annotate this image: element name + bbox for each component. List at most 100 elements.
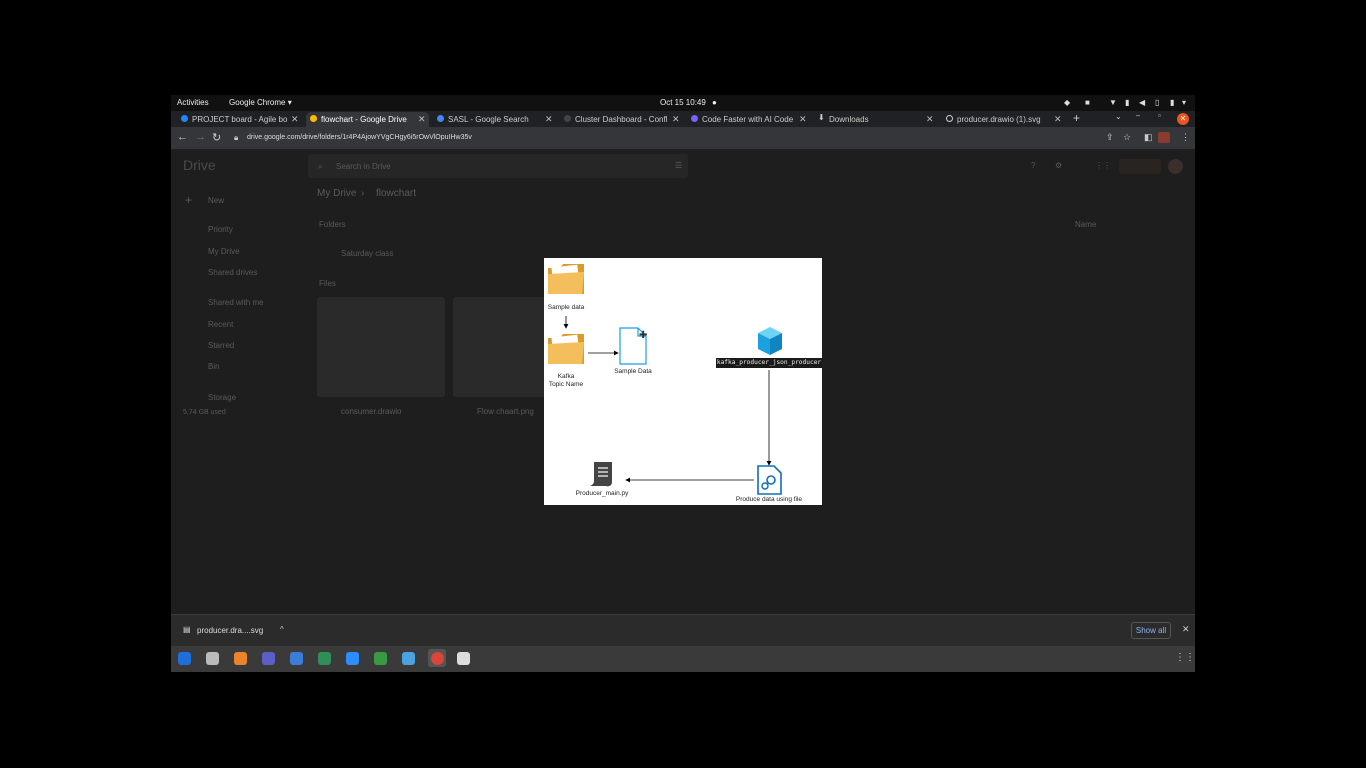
- drive-logo[interactable]: Drive: [183, 157, 216, 173]
- nav-bin[interactable]: Bin: [208, 362, 220, 371]
- tab-sasl-search[interactable]: SASL - Google Search ✕: [437, 112, 557, 127]
- google-icon: [437, 115, 444, 122]
- system-menu-icon[interactable]: ▾: [1182, 98, 1190, 107]
- teams-icon[interactable]: [262, 652, 275, 665]
- show-apps-grid-icon[interactable]: ⋮⋮⋮: [1175, 652, 1195, 663]
- close-icon[interactable]: ✕: [291, 114, 299, 125]
- tab-flowchart-drive[interactable]: flowchart - Google Drive ✕: [306, 112, 429, 127]
- new-tab-icon[interactable]: +: [1073, 111, 1080, 126]
- close-icon[interactable]: ✕: [418, 114, 426, 125]
- close-icon[interactable]: ✕: [926, 114, 934, 125]
- software-icon[interactable]: [234, 652, 247, 665]
- new-plus-icon: +: [185, 193, 193, 207]
- tab-label: flowchart - Google Drive: [321, 115, 407, 124]
- close-icon[interactable]: ✕: [799, 114, 807, 125]
- tab-producer-svg[interactable]: producer.drawio (1).svg ✕: [946, 112, 1064, 127]
- settings-icon[interactable]: ⚙: [1055, 161, 1062, 170]
- star-icon[interactable]: ☆: [1123, 132, 1131, 143]
- vscode-icon[interactable]: [178, 652, 191, 665]
- close-icon[interactable]: ✕: [1182, 624, 1190, 635]
- image-viewer-icon[interactable]: [318, 652, 331, 665]
- file-name[interactable]: consumer.drawio: [341, 407, 401, 416]
- desktop-screen: Activities Google Chrome ▾ Oct 15 10:49 …: [171, 95, 1195, 672]
- shield-icon[interactable]: ◆: [1064, 98, 1072, 107]
- nav-shared-with-me[interactable]: Shared with me: [208, 298, 264, 307]
- tab-label: PROJECT board - Agile bo: [192, 115, 288, 124]
- apps-grid-icon[interactable]: ⋮⋮: [1095, 161, 1111, 170]
- search-options-icon[interactable]: ☰: [675, 161, 682, 170]
- window-close-icon[interactable]: ✕: [1177, 113, 1189, 125]
- clock[interactable]: Oct 15 10:49: [660, 98, 706, 107]
- extensions-icon[interactable]: [1158, 132, 1170, 143]
- confluent-icon: [564, 115, 571, 122]
- folder-icon: [548, 264, 584, 294]
- chrome-icon[interactable]: [431, 652, 444, 665]
- tab-downloads[interactable]: ⬇ Downloads ✕: [818, 112, 936, 127]
- file-name[interactable]: Flow chaart.png: [477, 407, 534, 416]
- close-icon[interactable]: ✕: [545, 114, 553, 125]
- ai-code-icon: [691, 115, 698, 122]
- share-icon[interactable]: ⇪: [1106, 132, 1114, 143]
- nav-shared-drives[interactable]: Shared drives: [208, 268, 257, 277]
- close-icon[interactable]: ✕: [1054, 114, 1062, 125]
- kafka-label-line2: Topic Name: [548, 381, 584, 388]
- tab-project-board[interactable]: PROJECT board - Agile bo ✕: [181, 112, 301, 127]
- breadcrumb-my-drive[interactable]: My Drive: [317, 188, 356, 199]
- files-icon[interactable]: [206, 652, 219, 665]
- nav-recent[interactable]: Recent: [208, 320, 233, 329]
- battery-icon[interactable]: ▮: [1170, 98, 1178, 107]
- file-card[interactable]: [317, 297, 445, 397]
- navigation-bar: ← → ↻ 🔒︎ drive.google.com/drive/folders/…: [171, 127, 1195, 149]
- sort-by-name[interactable]: Name: [1075, 220, 1096, 229]
- folder-saturday-class[interactable]: Saturday class: [341, 249, 393, 258]
- help-icon[interactable]: ?: [1031, 161, 1035, 170]
- nav-storage[interactable]: Storage: [208, 393, 236, 402]
- chrome-menu-icon[interactable]: ⋮: [1181, 132, 1190, 143]
- tab-search-chevron-icon[interactable]: ⌄: [1115, 112, 1122, 127]
- diagram-preview: Sample data Kafka Topic Name ✚ Sample Da…: [544, 258, 822, 505]
- sidepanel-icon[interactable]: ◧: [1144, 132, 1153, 143]
- tab-cluster-dashboard[interactable]: Cluster Dashboard - Confl ✕: [564, 112, 682, 127]
- tab-label: Cluster Dashboard - Confl: [575, 115, 667, 124]
- network-app-icon[interactable]: [402, 652, 415, 665]
- mic-icon[interactable]: ▯: [1155, 98, 1163, 107]
- breadcrumb-current[interactable]: flowchart: [376, 188, 416, 199]
- gears-document-icon: [757, 465, 782, 495]
- app-menu[interactable]: Google Chrome ▾: [229, 98, 292, 107]
- produce-data-label: Produce data using file: [735, 496, 803, 503]
- text-editor-icon[interactable]: [457, 652, 470, 665]
- restore-icon[interactable]: ▫: [1158, 111, 1161, 126]
- back-icon[interactable]: ←: [177, 131, 188, 143]
- tab-strip: PROJECT board - Agile bo ✕ flowchart - G…: [171, 111, 1195, 127]
- file-icon: ▤: [183, 625, 191, 634]
- download-item[interactable]: producer.dra....svg: [197, 626, 263, 635]
- calc-icon[interactable]: [374, 652, 387, 665]
- tab-label: Downloads: [829, 115, 869, 124]
- download-icon: ⬇: [818, 113, 825, 122]
- avatar[interactable]: [1168, 159, 1183, 174]
- new-button[interactable]: New: [208, 196, 224, 205]
- chevron-up-icon[interactable]: ^: [280, 625, 284, 634]
- nav-starred[interactable]: Starred: [208, 341, 234, 350]
- notification-dot-icon: ●: [712, 98, 717, 107]
- minimize-icon[interactable]: –: [1136, 111, 1140, 126]
- zoom-icon[interactable]: [346, 652, 359, 665]
- network-icon[interactable]: ▮: [1125, 98, 1133, 107]
- activities-button[interactable]: Activities: [177, 98, 209, 107]
- tab-code-faster[interactable]: Code Faster with AI Code ✕: [691, 112, 809, 127]
- writer-icon[interactable]: [290, 652, 303, 665]
- zoom-tray-icon[interactable]: ■: [1085, 98, 1093, 107]
- show-all-button[interactable]: Show all: [1131, 622, 1171, 639]
- cube-icon: [758, 327, 782, 355]
- reload-icon[interactable]: ↻: [212, 131, 221, 144]
- lock-icon: 🔒︎: [234, 133, 239, 142]
- tab-label: Code Faster with AI Code: [702, 115, 794, 124]
- wifi-icon[interactable]: ▼: [1109, 98, 1117, 107]
- volume-icon[interactable]: ◀: [1139, 98, 1147, 107]
- forward-icon[interactable]: →: [195, 131, 206, 143]
- nav-priority[interactable]: Priority: [208, 225, 233, 234]
- close-icon[interactable]: ✕: [672, 114, 680, 125]
- nav-my-drive[interactable]: My Drive: [208, 247, 240, 256]
- search-placeholder: Search in Drive: [336, 162, 391, 171]
- address-bar[interactable]: drive.google.com/drive/folders/1r4P4Ajow…: [247, 131, 1107, 145]
